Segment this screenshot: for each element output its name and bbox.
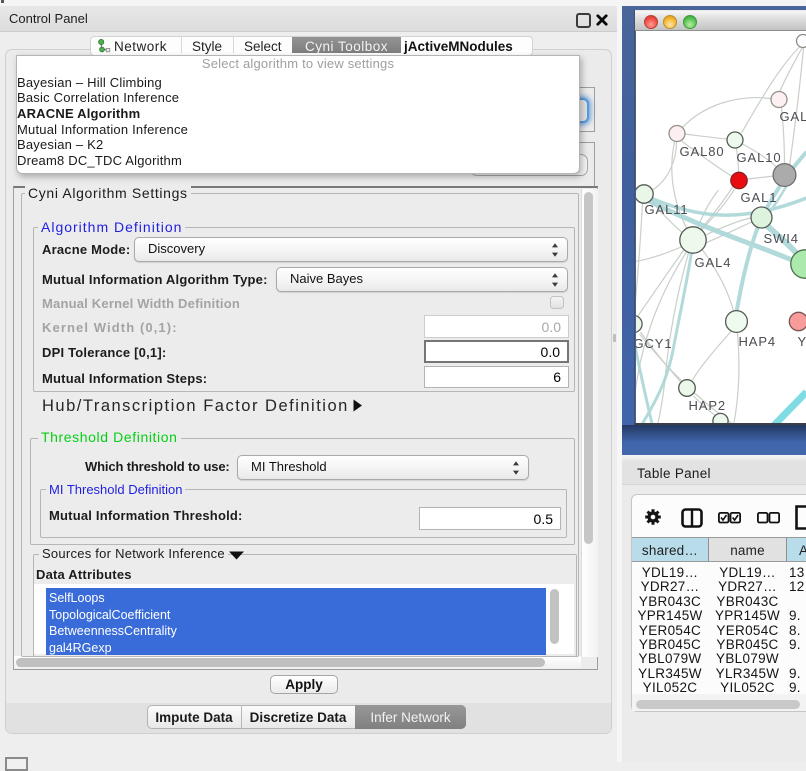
- svg-text:HAP4: HAP4: [738, 334, 776, 349]
- svg-text:GAL80: GAL80: [679, 144, 724, 159]
- svg-text:GAL10: GAL10: [736, 150, 781, 165]
- svg-text:GAL11: GAL11: [644, 202, 688, 217]
- svg-text:GCY1: GCY1: [636, 336, 673, 351]
- svg-text:SWI4: SWI4: [763, 231, 798, 246]
- svg-text:GAL1: GAL1: [740, 190, 777, 205]
- svg-text:GAL4: GAL4: [694, 255, 731, 270]
- svg-text:HAP2: HAP2: [688, 398, 726, 413]
- svg-text:GAL7: GAL7: [779, 109, 806, 124]
- svg-text:Y: Y: [797, 334, 806, 349]
